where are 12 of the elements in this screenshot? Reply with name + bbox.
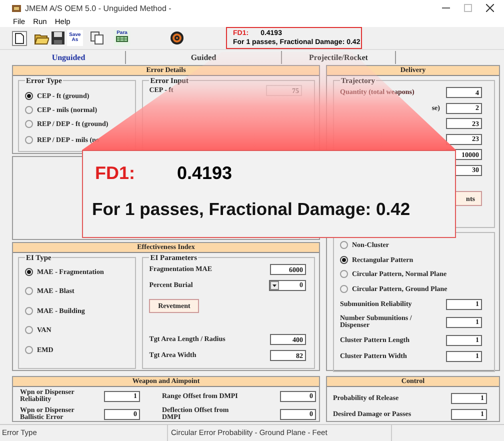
copy-icon[interactable]: [90, 31, 104, 45]
document-icon: [15, 32, 24, 44]
result-summary: For 1 passes, Fractional Damage: 0.42: [92, 199, 410, 220]
grid-icon: [116, 36, 128, 42]
close-icon[interactable]: [486, 4, 494, 12]
new-file-button[interactable]: [12, 30, 27, 46]
result-label: FD1:: [95, 163, 135, 184]
window-title: JMEM A/S OEM 5.0 - Unguided Method -: [25, 4, 172, 12]
target-icon[interactable]: [170, 31, 184, 45]
caret-icon: [270, 281, 279, 290]
result-value: 0.4193: [177, 163, 232, 184]
app-icon: [12, 4, 21, 12]
